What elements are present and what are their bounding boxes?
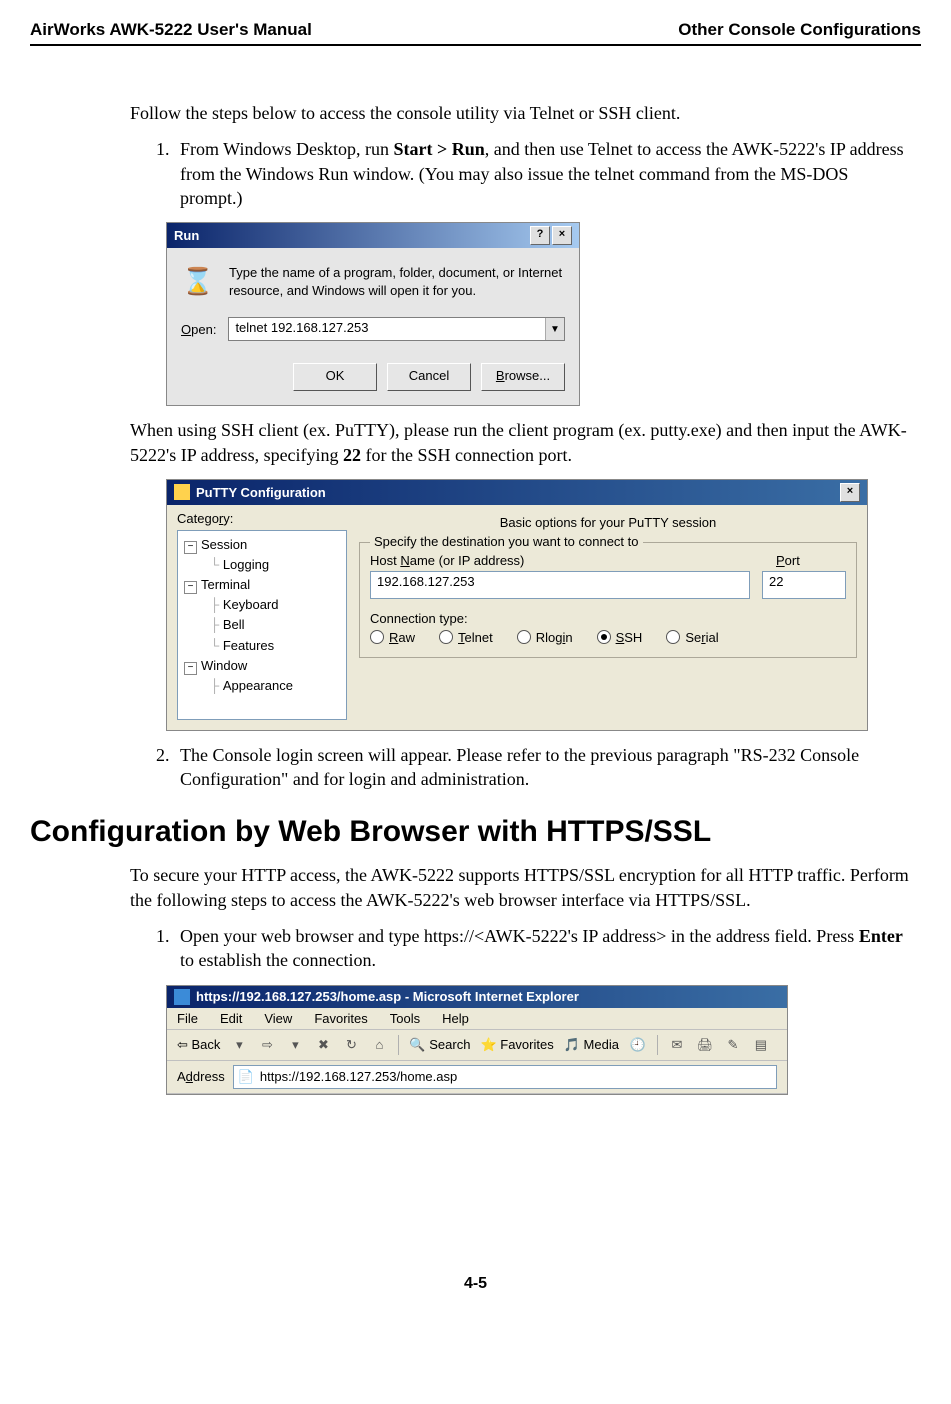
ie-title-text: https://192.168.127.253/home.asp - Micro… xyxy=(196,989,579,1004)
mail-icon[interactable]: ✉ xyxy=(668,1036,686,1054)
print-icon[interactable]: 🖨 xyxy=(696,1036,714,1054)
expander-icon[interactable]: − xyxy=(184,581,197,594)
ssh-para-bold: 22 xyxy=(343,445,361,465)
run-message: Type the name of a program, folder, docu… xyxy=(229,264,565,299)
ssh-paragraph: When using SSH client (ex. PuTTY), pleas… xyxy=(130,418,911,467)
chevron-down-icon[interactable]: ▼ xyxy=(545,318,564,340)
radio-ssh[interactable]: SSH xyxy=(597,630,643,645)
ok-button[interactable]: OK xyxy=(293,363,377,391)
back-button[interactable]: ⇦ Back xyxy=(177,1037,220,1053)
https-step1-bold: Enter xyxy=(859,926,903,946)
menu-file[interactable]: File xyxy=(177,1011,198,1026)
cancel-button[interactable]: Cancel xyxy=(387,363,471,391)
radio-serial[interactable]: Serial xyxy=(666,630,718,645)
address-label: Address xyxy=(177,1069,225,1084)
forward-icon[interactable]: ⇨ xyxy=(258,1036,276,1054)
category-tree[interactable]: −Session └ Logging −Terminal ├ Keyboard … xyxy=(177,530,347,720)
step1-bold: Start > Run xyxy=(393,139,484,159)
help-button[interactable]: ? xyxy=(530,226,550,245)
open-combobox[interactable]: telnet 192.168.127.253 ▼ xyxy=(228,317,565,341)
menu-help[interactable]: Help xyxy=(442,1011,469,1026)
step1-pre: From Windows Desktop, run xyxy=(180,139,393,159)
back-dropdown-icon[interactable]: ▾ xyxy=(230,1036,248,1054)
tree-appearance[interactable]: Appearance xyxy=(223,678,293,693)
run-dialog-figure: Run ? × ⌛ Type the name of a program, fo… xyxy=(166,222,580,406)
page-icon: 📄 xyxy=(238,1069,254,1085)
https-paragraph: To secure your HTTP access, the AWK-5222… xyxy=(130,863,911,912)
tree-keyboard[interactable]: Keyboard xyxy=(223,597,279,612)
forward-dropdown-icon[interactable]: ▾ xyxy=(286,1036,304,1054)
groupbox-title: Specify the destination you want to conn… xyxy=(370,534,643,549)
menu-view[interactable]: View xyxy=(264,1011,292,1026)
expander-icon[interactable]: − xyxy=(184,662,197,675)
refresh-icon[interactable]: ↻ xyxy=(342,1036,360,1054)
ie-toolbar: ⇦ Back ▾ ⇨ ▾ ✖ ↻ ⌂ 🔍 Search ⭐ Favorites … xyxy=(167,1030,787,1061)
ssh-para-post: for the SSH connection port. xyxy=(361,445,572,465)
destination-groupbox: Specify the destination you want to conn… xyxy=(359,542,857,658)
ie-figure: https://192.168.127.253/home.asp - Micro… xyxy=(166,985,788,1095)
browse-button[interactable]: Browse... xyxy=(481,363,565,391)
stop-icon[interactable]: ✖ xyxy=(314,1036,332,1054)
media-button[interactable]: 🎵 Media xyxy=(564,1037,619,1053)
address-value: https://192.168.127.253/home.asp xyxy=(260,1069,457,1084)
connection-type-label: Connection type: xyxy=(370,611,846,626)
run-title: Run xyxy=(174,228,199,243)
https-step1-post: to establish the connection. xyxy=(180,950,376,970)
radio-raw[interactable]: Raw xyxy=(370,630,415,645)
history-icon[interactable]: 🕘 xyxy=(629,1036,647,1054)
tree-bell[interactable]: Bell xyxy=(223,617,245,632)
header-right: Other Console Configurations xyxy=(678,20,921,40)
tree-features[interactable]: Features xyxy=(223,638,274,653)
port-input[interactable]: 22 xyxy=(762,571,846,599)
tree-terminal[interactable]: Terminal xyxy=(201,577,250,592)
intro-paragraph: Follow the steps below to access the con… xyxy=(130,101,911,125)
radio-telnet[interactable]: Telnet xyxy=(439,630,493,645)
putty-icon xyxy=(174,484,190,500)
open-value: telnet 192.168.127.253 xyxy=(229,318,545,340)
favorites-button[interactable]: ⭐ Favorites xyxy=(480,1037,553,1053)
putty-banner: Basic options for your PuTTY session xyxy=(359,515,857,530)
menu-favorites[interactable]: Favorites xyxy=(314,1011,367,1026)
close-button[interactable]: × xyxy=(840,483,860,502)
expander-icon[interactable]: − xyxy=(184,541,197,554)
putty-figure: PuTTY Configuration × Category: −Session… xyxy=(166,479,868,731)
tree-session[interactable]: Session xyxy=(201,537,247,552)
search-button[interactable]: 🔍 Search xyxy=(409,1037,470,1053)
menu-edit[interactable]: Edit xyxy=(220,1011,242,1026)
category-label: Category: xyxy=(177,511,347,526)
discuss-icon[interactable]: ▤ xyxy=(752,1036,770,1054)
home-icon[interactable]: ⌂ xyxy=(370,1036,388,1054)
radio-rlogin[interactable]: Rlogin xyxy=(517,630,573,645)
tree-window[interactable]: Window xyxy=(201,658,247,673)
run-icon: ⌛ xyxy=(181,264,215,298)
ie-icon xyxy=(174,989,190,1005)
https-step1-pre: Open your web browser and type https://<… xyxy=(180,926,859,946)
https-step-1: Open your web browser and type https://<… xyxy=(174,924,911,973)
header-left: AirWorks AWK-5222 User's Manual xyxy=(30,20,312,40)
page-number: 4-5 xyxy=(30,1275,921,1313)
tree-logging[interactable]: Logging xyxy=(223,557,269,572)
ie-menu-bar: File Edit View Favorites Tools Help xyxy=(167,1008,787,1030)
address-field[interactable]: 📄 https://192.168.127.253/home.asp xyxy=(233,1065,777,1089)
host-label: Host Name (or IP address) xyxy=(370,553,758,568)
host-input[interactable]: 192.168.127.253 xyxy=(370,571,750,599)
step-2: The Console login screen will appear. Pl… xyxy=(174,743,911,792)
open-label: Open: xyxy=(181,322,216,337)
step-1: From Windows Desktop, run Start > Run, a… xyxy=(174,137,911,210)
putty-title: PuTTY Configuration xyxy=(196,485,326,500)
edit-icon[interactable]: ✎ xyxy=(724,1036,742,1054)
port-label: Port xyxy=(776,553,846,568)
close-button[interactable]: × xyxy=(552,226,572,245)
menu-tools[interactable]: Tools xyxy=(390,1011,420,1026)
section-heading: Configuration by Web Browser with HTTPS/… xyxy=(30,815,911,849)
